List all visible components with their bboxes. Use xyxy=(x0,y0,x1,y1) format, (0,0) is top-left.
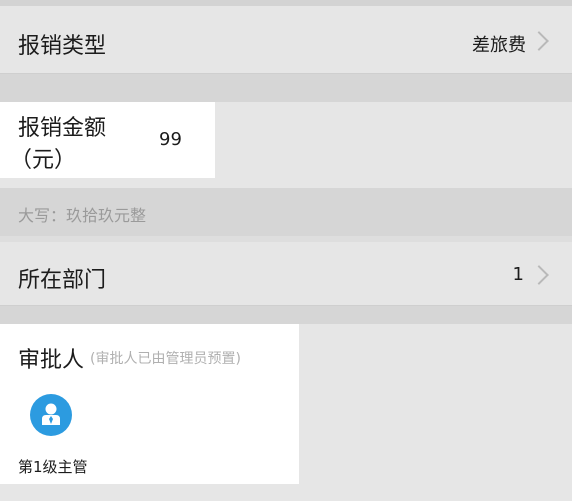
approver-note: (审批人已由管理员预置) xyxy=(90,351,241,367)
chevron-right-icon xyxy=(529,31,549,51)
department-value: 1 xyxy=(512,264,524,285)
department-label: 所在部门 xyxy=(18,268,107,293)
section-gap xyxy=(0,306,572,324)
amount-input[interactable]: 99 xyxy=(159,129,182,150)
approver-person-name: 第1级主管 xyxy=(18,458,88,476)
amount-label-line1: 报销金额 xyxy=(18,116,107,141)
amount-capital-value: 玖拾玖元整 xyxy=(66,206,147,225)
amount-row: 报销金额 （元） 99 xyxy=(0,102,572,188)
reimburse-type-label: 报销类型 xyxy=(18,34,107,59)
approver-person[interactable]: 第1级主管 xyxy=(18,390,118,480)
reimburse-type-value: 差旅费 xyxy=(472,35,526,56)
approver-label: 审批人 xyxy=(18,348,85,373)
department-row[interactable]: 所在部门 1 xyxy=(0,242,572,306)
user-avatar-icon xyxy=(30,394,72,436)
reimburse-type-row[interactable]: 报销类型 差旅费 xyxy=(0,6,572,74)
approver-section: 审批人 (审批人已由管理员预置) 第1级主管 xyxy=(0,324,572,501)
amount-capital-row: 大写：玖拾玖元整 xyxy=(0,188,572,236)
approver-card: 审批人 (审批人已由管理员预置) 第1级主管 xyxy=(0,324,299,484)
amount-card[interactable]: 报销金额 （元） 99 xyxy=(0,102,215,178)
person-glyph-icon xyxy=(42,403,60,425)
amount-label-line2: （元） xyxy=(10,148,77,173)
chevron-right-icon xyxy=(529,265,549,285)
amount-capital-text: 大写：玖拾玖元整 xyxy=(18,202,146,226)
section-gap xyxy=(0,74,572,102)
amount-capital-prefix: 大写： xyxy=(18,206,67,225)
